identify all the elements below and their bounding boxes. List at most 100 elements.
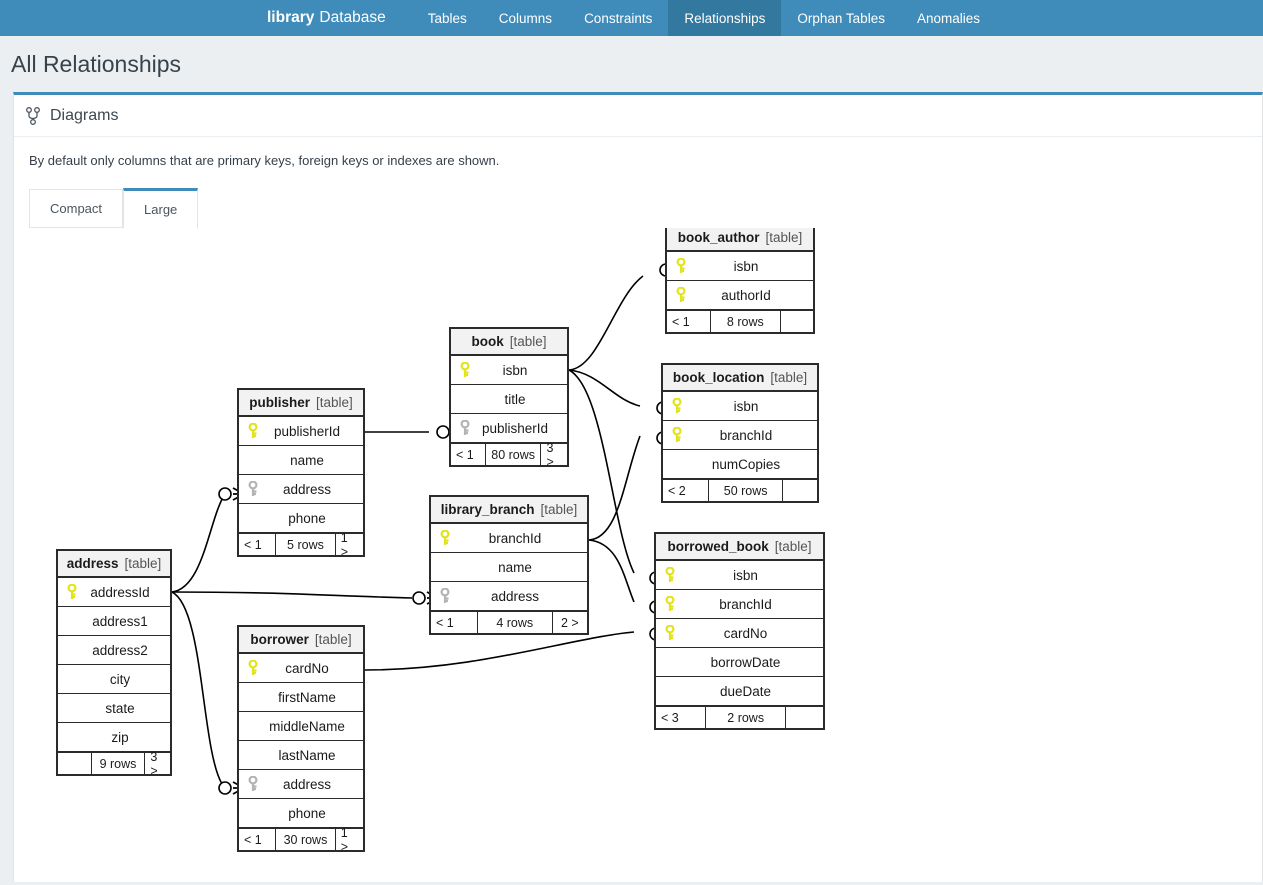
er-table-footer: < 14 rows 2 >	[431, 611, 587, 633]
er-table-book[interactable]: book [table] isbn title publisherId < 1 80 row…	[449, 327, 569, 469]
er-table-publisher[interactable]: publisher [table] publisherId name address ph…	[237, 388, 365, 559]
er-column-row[interactable]: phone	[239, 799, 363, 828]
er-footer-incoming[interactable]	[58, 753, 92, 774]
er-column-row[interactable]: branchId	[656, 590, 823, 619]
er-column-row[interactable]: dueDate	[656, 677, 823, 706]
er-table-tag: [table]	[770, 370, 808, 385]
er-column-label: addressId	[90, 584, 150, 600]
brand-title[interactable]: library Database	[267, 0, 412, 36]
er-column-label: lastName	[278, 747, 336, 763]
tab-large[interactable]: Large	[123, 188, 199, 229]
er-column-row[interactable]: branchId	[431, 524, 587, 553]
er-column-label: address1	[92, 613, 148, 629]
er-column-label: zip	[111, 729, 129, 745]
er-footer-rowcount: 30 rows	[276, 829, 336, 850]
er-column-row[interactable]: isbn	[656, 561, 823, 590]
er-column-row[interactable]: address	[239, 475, 363, 504]
panel-header: Diagrams	[14, 95, 1262, 137]
er-footer-incoming[interactable]: < 1	[239, 829, 277, 850]
er-column-row[interactable]: borrowDate	[656, 648, 823, 677]
er-column-row[interactable]: firstName	[239, 683, 363, 712]
er-table-library_branch[interactable]: library_branch [table] branchId name address…	[429, 495, 589, 635]
er-column-label: isbn	[502, 362, 528, 378]
er-column-row[interactable]: publisherId	[451, 414, 567, 443]
er-column-label: name	[290, 452, 324, 468]
er-table-book_location[interactable]: book_location [table] isbn branchId numCopie…	[661, 363, 819, 503]
er-column-row[interactable]: state	[58, 694, 170, 723]
er-column-row[interactable]: title	[451, 385, 567, 414]
er-column-row[interactable]: isbn	[663, 392, 817, 421]
er-diagram-canvas[interactable]: book_author [table] isbn authorId < 18 rows b…	[29, 228, 1263, 878]
er-column-row[interactable]: address	[431, 582, 587, 611]
er-column-row[interactable]: name	[431, 553, 587, 582]
er-column-label: authorId	[721, 287, 771, 303]
panel-hint: By default only columns that are primary…	[29, 153, 500, 168]
primary-key-icon	[662, 625, 678, 641]
er-column-row[interactable]: zip	[58, 723, 170, 752]
er-table-header: book [table]	[451, 329, 567, 356]
er-column-row[interactable]: address	[239, 770, 363, 799]
er-column-row[interactable]: middleName	[239, 712, 363, 741]
er-table-name: book_author	[677, 230, 760, 245]
er-column-row[interactable]: address2	[58, 636, 170, 665]
er-table-name: publisher	[249, 395, 310, 410]
er-footer-outgoing[interactable]	[781, 311, 813, 332]
brand-name: library	[267, 9, 315, 26]
nav-item-relationships[interactable]: Relationships	[668, 0, 782, 36]
nav-item-columns[interactable]: Columns	[483, 0, 568, 36]
er-column-row[interactable]: branchId	[663, 421, 817, 450]
er-footer-outgoing[interactable]	[783, 480, 817, 501]
er-footer-outgoing[interactable]: 1 >	[336, 826, 363, 854]
er-footer-outgoing[interactable]: 1 >	[336, 531, 363, 559]
er-table-footer: < 2 50 rows	[663, 479, 817, 501]
er-table-footer: < 1 30 rows 1 >	[239, 826, 363, 854]
page-title: All Relationships	[11, 50, 182, 77]
er-column-row[interactable]: address1	[58, 607, 170, 636]
er-column-row[interactable]: authorId	[667, 281, 813, 310]
nav-item-tables[interactable]: Tables	[412, 0, 483, 36]
er-table-header: library_branch [table]	[431, 497, 587, 524]
er-column-row[interactable]: cardNo	[656, 619, 823, 648]
er-table-tag: [table]	[774, 539, 812, 554]
relationship-links	[171, 263, 687, 795]
er-table-tag: [table]	[314, 632, 352, 647]
er-footer-incoming[interactable]: < 3	[656, 707, 707, 728]
er-footer-rowcount: 9 rows	[92, 753, 146, 774]
er-column-row[interactable]: numCopies	[663, 450, 817, 479]
er-footer-incoming[interactable]: < 1	[667, 311, 711, 332]
nav-item-anomalies[interactable]: Anomalies	[901, 0, 996, 36]
er-column-row[interactable]: lastName	[239, 741, 363, 770]
er-table-borrower[interactable]: borrower [table] cardNo firstName middleName…	[237, 625, 365, 854]
er-table-tag: [table]	[315, 395, 353, 410]
er-footer-incoming[interactable]: < 1	[431, 612, 478, 633]
er-column-label: cardNo	[723, 625, 768, 641]
er-table-name: book_location	[672, 370, 765, 385]
er-column-row[interactable]: publisherId	[239, 417, 363, 446]
er-table-name: address	[66, 556, 119, 571]
er-footer-incoming[interactable]: < 1	[451, 444, 486, 465]
er-column-label: isbn	[733, 398, 759, 414]
er-table-address[interactable]: address [table] addressId address1 address2 c…	[56, 549, 172, 778]
er-footer-incoming[interactable]: < 1	[239, 534, 277, 555]
er-footer-outgoing[interactable]: 3 >	[541, 441, 567, 469]
er-footer-outgoing[interactable]: 3 >	[145, 750, 170, 778]
er-footer-rowcount: 5 rows	[276, 534, 336, 555]
er-column-label: state	[105, 700, 135, 716]
tab-compact[interactable]: Compact	[29, 189, 124, 228]
er-column-row[interactable]: isbn	[451, 356, 567, 385]
nav-item-orphan-tables[interactable]: Orphan Tables	[781, 0, 901, 36]
er-column-label: middleName	[269, 718, 345, 734]
er-column-label: isbn	[733, 567, 758, 583]
er-column-row[interactable]: name	[239, 446, 363, 475]
er-column-row[interactable]: cardNo	[239, 654, 363, 683]
er-column-row[interactable]: isbn	[667, 252, 813, 281]
er-footer-outgoing[interactable]	[786, 707, 823, 728]
nav-item-constraints[interactable]: Constraints	[568, 0, 668, 36]
er-column-row[interactable]: addressId	[58, 578, 170, 607]
er-footer-incoming[interactable]: < 2	[663, 480, 710, 501]
er-column-row[interactable]: city	[58, 665, 170, 694]
er-table-book_author[interactable]: book_author [table] isbn authorId < 18 rows	[665, 228, 815, 334]
er-column-row[interactable]: phone	[239, 504, 363, 533]
er-footer-outgoing[interactable]: 2 >	[553, 612, 587, 633]
er-table-borrowed_book[interactable]: borrowed_book [table] isbn branchId cardNo bo…	[654, 532, 825, 730]
